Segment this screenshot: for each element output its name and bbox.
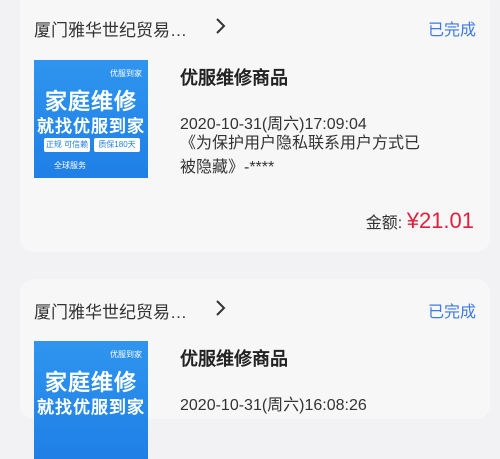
amount-label: 金额:: [365, 215, 403, 232]
order-status: 已完成: [427, 304, 476, 321]
product-title: 优服维修商品: [180, 349, 288, 369]
order-card[interactable]: 厦门雅华世纪贸易… 已完成 优服到家 家庭维修 就找优服到家 优服维修商品 20…: [20, 279, 490, 459]
order-status: 已完成: [427, 22, 476, 39]
store-name[interactable]: 厦门雅华世纪贸易…: [34, 16, 187, 41]
thumbnail-subheadline: 就找优服到家: [37, 117, 145, 137]
order-datetime: 2020-10-31(周六)16:08:26: [180, 397, 367, 414]
thumbnail-footer: 全球服务: [54, 161, 86, 170]
privacy-note: 《为保护用户隐私联系用户方式已被隐藏》-****: [180, 135, 421, 176]
thumbnail-brand: 优服到家: [110, 69, 142, 78]
order-datetime: 2020-10-31(周六)17:09:04: [180, 116, 367, 133]
thumbnail-brand: 优服到家: [110, 350, 142, 359]
amount-value: ¥21.01: [406, 208, 474, 233]
amount-row: 金额: ¥21.01: [366, 208, 474, 234]
order-card[interactable]: 厦门雅华世纪贸易… 已完成 优服到家 家庭维修 就找优服到家 正规 可信赖 质保…: [20, 0, 490, 252]
chevron-right-icon[interactable]: [210, 298, 230, 318]
thumbnail-badge-left: 正规 可信赖: [44, 138, 90, 152]
product-thumbnail[interactable]: 优服到家 家庭维修 就找优服到家 正规 可信赖 质保180天 全球服务: [34, 60, 148, 178]
order-card-header: 厦门雅华世纪贸易… 已完成: [34, 298, 476, 322]
store-name[interactable]: 厦门雅华世纪贸易…: [34, 298, 187, 323]
thumbnail-badge-right: 质保180天: [94, 138, 140, 152]
order-card-header: 厦门雅华世纪贸易… 已完成: [34, 16, 476, 40]
thumbnail-subheadline: 就找优服到家: [37, 398, 145, 418]
chevron-right-icon[interactable]: [210, 16, 230, 36]
product-thumbnail[interactable]: 优服到家 家庭维修 就找优服到家: [34, 341, 148, 459]
product-title: 优服维修商品: [180, 68, 288, 88]
